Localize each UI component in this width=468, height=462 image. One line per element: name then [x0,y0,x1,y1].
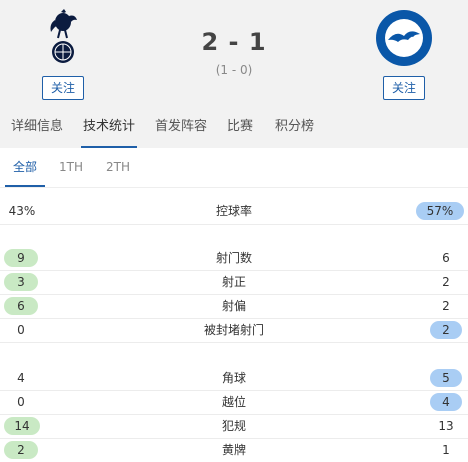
period-tabs: 全部 1TH 2TH [0,148,468,188]
tab-details[interactable]: 详细信息 [11,106,63,148]
stat-row-shots: 9 射门数 6 [0,246,468,270]
tab-lineups[interactable]: 首发阵容 [155,106,207,148]
stat-label: 黄牌 [221,443,246,457]
subtab-all[interactable]: 全部 [4,148,46,188]
away-value: 2 [430,321,462,339]
away-value: 5 [430,369,462,387]
stat-row-blocked-shots: 0 被封堵射门 2 [0,318,468,342]
away-value: 13 [438,419,454,433]
stat-label: 射正 [221,275,246,289]
away-value: 57% [416,202,464,220]
stat-row-offsides: 0 越位 4 [0,390,468,414]
stat-label: 射偏 [221,299,246,313]
brighton-crest-icon [372,8,436,68]
tab-stats[interactable]: 技术统计 [80,106,138,148]
away-value: 2 [442,299,450,313]
stat-row-yellow-cards: 2 黄牌 1 [0,438,468,462]
stat-label: 犯规 [221,419,246,433]
away-value: 4 [430,393,462,411]
match-header: 关注 2 - 1 (1 - 0) 关注 [0,0,468,106]
subtab-second-half[interactable]: 2TH [106,148,130,188]
away-value: 1 [442,443,450,457]
away-follow-button[interactable]: 关注 [383,76,425,100]
stat-label: 角球 [221,371,246,385]
tab-match[interactable]: 比赛 [227,106,253,148]
divider [0,224,468,225]
stat-row-fouls: 14 犯规 13 [0,414,468,438]
away-value: 6 [442,251,450,265]
stat-row-shots-on-target: 3 射正 2 [0,270,468,294]
stat-row-shots-off-target: 6 射偏 2 [0,294,468,318]
away-value: 2 [442,275,450,289]
divider [0,342,468,343]
away-team: 关注 [372,8,436,100]
stat-label: 控球率 [215,204,252,218]
tab-standings[interactable]: 积分榜 [275,106,314,148]
main-tabs: 详细信息 技术统计 首发阵容 比赛 积分榜 [0,106,468,148]
stat-row-possession: 43% 控球率 57% [0,199,468,223]
stat-label: 越位 [221,395,246,409]
stat-row-corners: 4 角球 5 [0,366,468,390]
stat-label: 被封堵射门 [203,323,264,337]
subtab-first-half[interactable]: 1TH [59,148,83,188]
home-follow-button[interactable]: 关注 [42,76,84,100]
stat-label: 射门数 [215,251,252,265]
